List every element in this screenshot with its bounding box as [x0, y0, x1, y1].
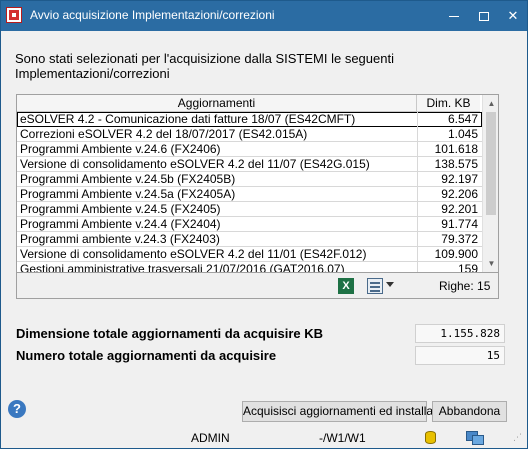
minimize-button[interactable]	[439, 1, 469, 31]
row-update-size: 79.372	[441, 232, 478, 246]
intro-line-2: Implementazioni/correzioni	[15, 66, 170, 81]
total-size-field: 1.155.828	[415, 324, 505, 343]
scroll-up-arrow-icon[interactable]: ▲	[483, 95, 498, 112]
total-count-label: Numero totale aggiornamenti da acquisire	[16, 348, 277, 363]
row-update-name: Correzioni eSOLVER 4.2 del 18/07/2017 (E…	[20, 127, 308, 141]
row-update-size: 1.045	[447, 127, 478, 141]
table-row[interactable]: Programmi Ambiente v.24.6 (FX2406) 101.61…	[17, 142, 482, 157]
row-update-name: eSOLVER 4.2 - Comunicazione dati fatture…	[20, 112, 356, 126]
row-update-name: Programmi Ambiente v.24.5b (FX2405B)	[20, 172, 236, 186]
row-update-size: 92.197	[441, 172, 478, 186]
row-update-name: Gestioni amministrative trasversali 21/0…	[20, 262, 345, 273]
resize-grip-icon[interactable]: ⋰	[513, 433, 525, 446]
row-update-name: Programmi ambiente v.24.3 (FX2403)	[20, 232, 220, 246]
table-row[interactable]: Correzioni eSOLVER 4.2 del 18/07/2017 (E…	[17, 127, 482, 142]
total-count-field: 15	[415, 346, 505, 365]
row-update-size: 91.774	[441, 217, 478, 231]
row-update-name: Versione di consolidamento eSOLVER 4.2 d…	[20, 157, 370, 171]
row-update-size: 6.547	[447, 112, 478, 126]
row-update-name: Programmi Ambiente v.24.5a (FX2405A)	[20, 187, 236, 201]
grid-rows: eSOLVER 4.2 - Comunicazione dati fatture…	[17, 112, 482, 273]
row-update-name: Versione di consolidamento eSOLVER 4.2 d…	[20, 247, 367, 261]
row-update-name: Programmi Ambiente v.24.5 (FX2405)	[20, 202, 221, 216]
chevron-down-icon[interactable]	[386, 282, 394, 287]
vertical-scrollbar[interactable]: ▲ ▼	[482, 95, 498, 272]
table-row[interactable]: Programmi Ambiente v.24.4 (FX2404) 91.774	[17, 217, 482, 232]
updates-grid[interactable]: Aggiornamenti Dim. KB eSOLVER 4.2 - Comu…	[16, 94, 499, 273]
print-icon[interactable]	[367, 278, 383, 294]
table-row[interactable]: Gestioni amministrative trasversali 21/0…	[17, 262, 482, 273]
title-bar[interactable]: Avvio acquisizione Implementazioni/corre…	[1, 1, 527, 31]
help-icon[interactable]: ?	[8, 400, 26, 418]
dialog-window: Avvio acquisizione Implementazioni/corre…	[0, 0, 528, 449]
close-button[interactable]: ✕	[498, 1, 528, 31]
row-update-size: 101.618	[434, 142, 478, 156]
scroll-thumb[interactable]	[486, 112, 496, 215]
minimize-icon	[449, 16, 459, 18]
row-count: Righe: 15	[439, 279, 491, 293]
table-row[interactable]: Versione di consolidamento eSOLVER 4.2 d…	[17, 247, 482, 262]
row-update-size: 92.201	[441, 202, 478, 216]
status-user: ADMIN	[191, 431, 230, 445]
status-path: -/W1/W1	[319, 431, 366, 445]
row-update-size: 92.206	[441, 187, 478, 201]
excel-export-icon[interactable]: X	[338, 278, 354, 294]
row-update-size: 138.575	[434, 157, 478, 171]
row-update-name: Programmi Ambiente v.24.4 (FX2404)	[20, 217, 221, 231]
acquire-install-button[interactable]: Acquisisci aggiornamenti ed installa	[242, 401, 433, 422]
window-title: Avvio acquisizione Implementazioni/corre…	[30, 8, 275, 22]
scroll-down-arrow-icon[interactable]: ▼	[483, 255, 498, 272]
table-row[interactable]: Versione di consolidamento eSOLVER 4.2 d…	[17, 157, 482, 172]
grid-footer: X Righe: 15	[16, 273, 499, 299]
intro-line-1: Sono stati selezionati per l'acquisizion…	[15, 51, 394, 66]
row-update-size: 109.900	[434, 247, 478, 261]
row-update-name: Programmi Ambiente v.24.6 (FX2406)	[20, 142, 221, 156]
cancel-button[interactable]: Abbandona	[432, 401, 507, 422]
maximize-button[interactable]	[469, 1, 499, 31]
database-icon	[425, 431, 436, 444]
maximize-icon	[479, 12, 489, 22]
status-bar: ADMIN -/W1/W1	[1, 427, 527, 448]
table-row[interactable]: Programmi Ambiente v.24.5a (FX2405A) 92.2…	[17, 187, 482, 202]
total-size-label: Dimensione totale aggiornamenti da acqui…	[16, 326, 324, 341]
intro-text: Sono stati selezionati per l'acquisizion…	[15, 51, 515, 81]
column-header-updates[interactable]: Aggiornamenti	[17, 95, 417, 112]
table-row[interactable]: Programmi ambiente v.24.3 (FX2403) 79.372	[17, 232, 482, 247]
table-row[interactable]: eSOLVER 4.2 - Comunicazione dati fatture…	[17, 112, 482, 127]
close-icon: ✕	[507, 8, 519, 23]
network-icon	[466, 431, 484, 445]
app-icon	[6, 7, 22, 23]
table-row[interactable]: Programmi Ambiente v.24.5b (FX2405B) 92.1…	[17, 172, 482, 187]
row-update-size: 159	[457, 262, 478, 273]
column-header-size[interactable]: Dim. KB	[417, 95, 480, 112]
table-row[interactable]: Programmi Ambiente v.24.5 (FX2405) 92.201	[17, 202, 482, 217]
